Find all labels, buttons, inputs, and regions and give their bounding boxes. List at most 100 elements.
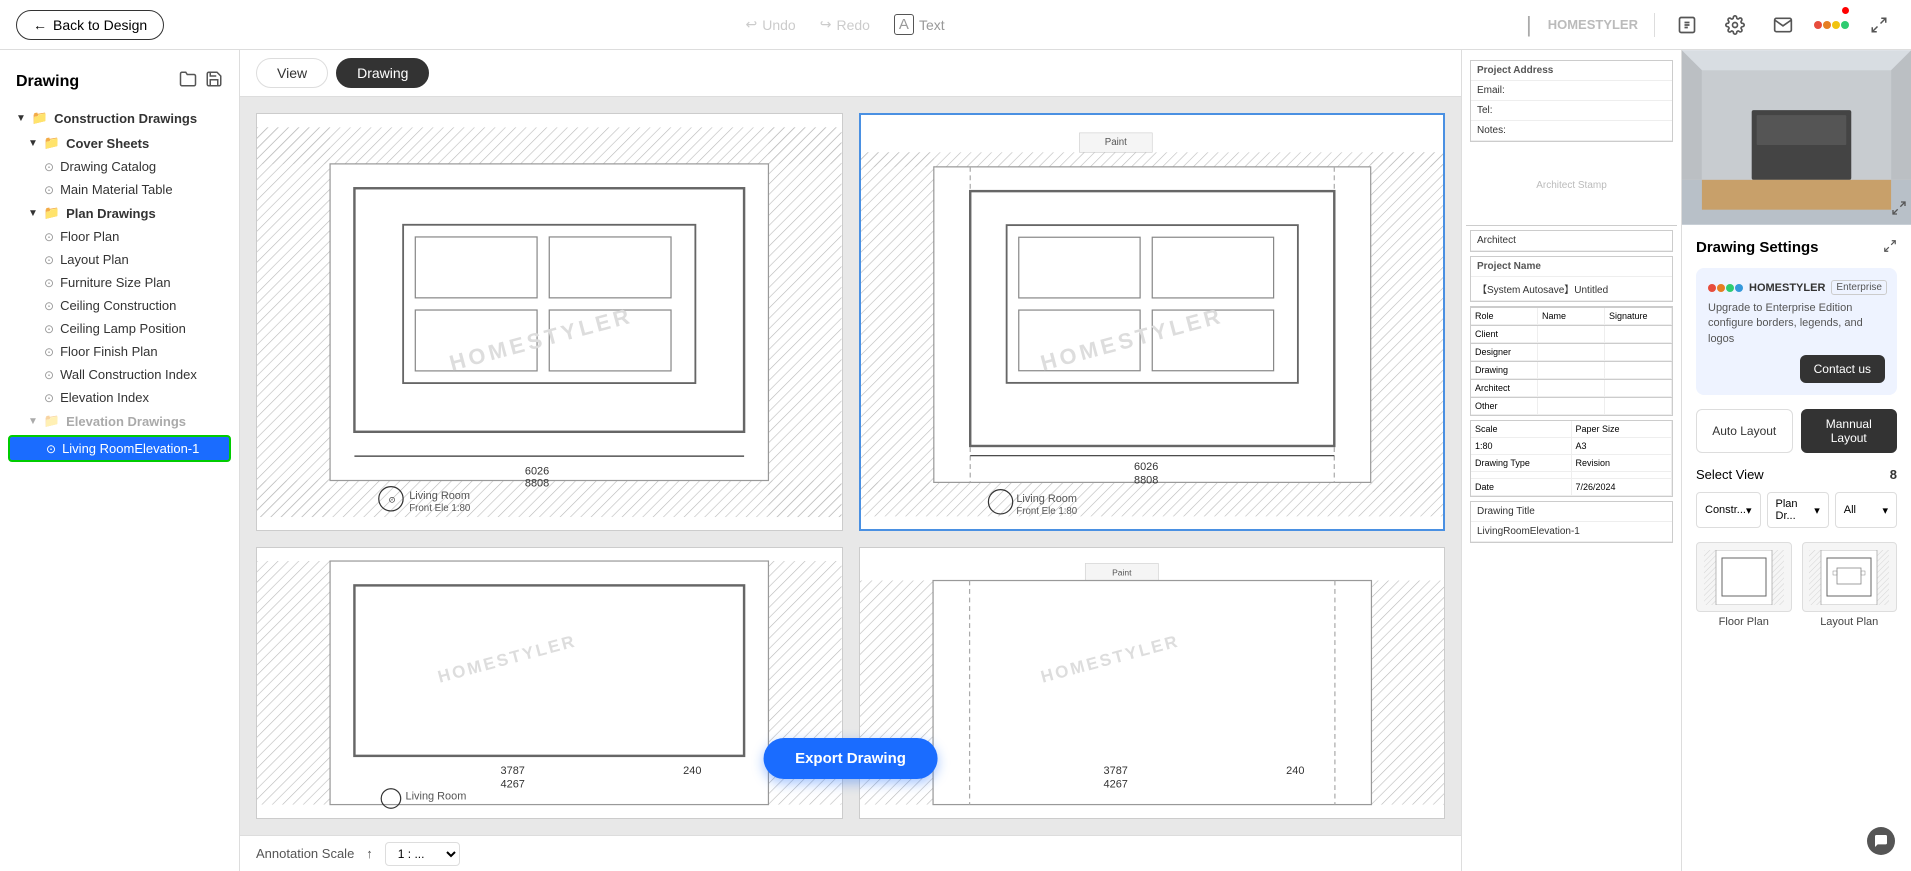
toolbar-right: | HOMESTYLER [1526,9,1895,41]
view-dropdown-3[interactable]: All ▾ [1835,492,1897,528]
expand-settings-icon[interactable] [1883,239,1897,256]
sidebar-item-wall-construction[interactable]: ⊙ Wall Construction Index [0,363,239,386]
drawing-sheet-2[interactable]: Paint [859,113,1446,531]
client-name [1538,326,1605,343]
drawing-type-value [1471,472,1572,479]
view-count: 8 [1890,467,1897,482]
mail-icon[interactable] [1767,9,1799,41]
view-dropdowns: Constr... ▾ Plan Dr... ▾ All ▾ [1696,492,1897,528]
undo-button[interactable]: ↩ Undo [746,16,796,33]
drawing-sheet-3[interactable]: 3787 240 4267 Living Room HOMESTYLER [256,547,843,819]
sync-icon-2: ⊙ [44,183,54,197]
chevron-down-icon-2: ▾ [1814,504,1820,517]
drawing-sheet-1[interactable]: 6026 8808 ⊙ Living Room Front Ele 1:80 H… [256,113,843,531]
svg-text:Living Room: Living Room [409,490,470,502]
tab-view[interactable]: View [256,58,328,88]
select-view-row: Select View 8 [1696,467,1897,482]
sidebar-title: Drawing [16,73,79,91]
view-dropdown-1[interactable]: Constr... ▾ [1696,492,1761,528]
sidebar-item-cover-sheets[interactable]: ▼ 📁 Cover Sheets [0,131,239,155]
redo-icon: ↪ [820,16,832,33]
svg-text:Paint: Paint [1112,568,1132,578]
title-block-grid-architect2: Architect [1471,379,1672,397]
sync-icon: ⊙ [44,160,54,174]
canvas-content[interactable]: 6026 8808 ⊙ Living Room Front Ele 1:80 H… [240,97,1461,835]
search-icon[interactable] [1671,9,1703,41]
title-block-architect-row: Architect [1471,231,1672,251]
auto-layout-button[interactable]: Auto Layout [1696,409,1793,453]
svg-text:240: 240 [1286,766,1304,778]
sidebar-item-elevation-index[interactable]: ⊙ Elevation Index [0,386,239,409]
drawing-role-label: Drawing [1471,362,1538,379]
sidebar-item-main-material-table[interactable]: ⊙ Main Material Table [0,178,239,201]
svg-text:3787: 3787 [501,766,525,778]
thumbnail-layout-plan[interactable]: Layout Plan [1802,542,1898,628]
sidebar-item-plan-drawings[interactable]: ▼ 📁 Plan Drawings [0,201,239,225]
svg-text:Living Room: Living Room [406,791,467,803]
color-palette-icon[interactable] [1815,9,1847,41]
chat-bubble-button[interactable] [1867,827,1895,855]
tab-drawing[interactable]: Drawing [336,58,429,88]
sync-icon-6: ⊙ [44,299,54,313]
title-block-project-address: Project Address [1471,61,1672,81]
sidebar-item-ceiling-lamp[interactable]: ⊙ Ceiling Lamp Position [0,317,239,340]
title-block-grid-other: Other [1471,397,1672,415]
title-block-project-name: Project Name [1471,257,1672,277]
sidebar: Drawing ▼ 📁 Construction Drawings ▼ 📁 Co… [0,50,240,871]
svg-text:6026: 6026 [525,465,549,477]
sidebar-item-ceiling-construction[interactable]: ⊙ Ceiling Construction [0,294,239,317]
title-block-grid-drawing: Drawing [1471,361,1672,379]
manual-layout-button[interactable]: Mannual Layout [1801,409,1898,453]
folder-icon: 📁 [32,110,48,126]
other-name [1538,398,1605,415]
title-block-tel: Tel: [1471,101,1672,121]
sync-icon-3: ⊙ [44,230,54,244]
sidebar-header: Drawing [0,62,239,105]
revision-label: Revision [1572,455,1673,472]
thumbnails-grid: Floor Plan [1696,542,1897,628]
fullscreen-icon[interactable] [1863,9,1895,41]
preview-expand-icon[interactable] [1891,200,1907,221]
title-block-panel: Project Address Email: Tel: Notes: Archi… [1461,50,1681,871]
sidebar-icon-save[interactable] [205,70,223,93]
sidebar-item-floor-finish[interactable]: ⊙ Floor Finish Plan [0,340,239,363]
view-dropdown-2[interactable]: Plan Dr... ▾ [1767,492,1829,528]
svg-text:8808: 8808 [525,478,549,490]
sidebar-item-living-room-elevation[interactable]: ⊙ Living RoomElevation-1 [8,435,231,462]
thumbnail-label-floor-plan: Floor Plan [1696,616,1792,628]
undo-icon: ↩ [746,16,758,33]
sidebar-item-elevation-drawings[interactable]: ▼ 📁 Elevation Drawings [0,409,239,433]
annotation-scale-select[interactable]: 1 : ... 1 : 50 1 : 80 1 : 100 [385,842,460,866]
settings-panel: Drawing Settings HOMESTYLER Enterprise [1681,50,1911,871]
sidebar-item-construction-drawings[interactable]: ▼ 📁 Construction Drawings [0,105,239,131]
svg-text:Front Ele 1:80: Front Ele 1:80 [1016,506,1077,517]
back-to-design-button[interactable]: ← Back to Design [16,10,164,40]
architect-sig [1605,380,1672,397]
select-view-label: Select View [1696,467,1764,482]
sidebar-item-drawing-catalog[interactable]: ⊙ Drawing Catalog [0,155,239,178]
role-header: Role [1471,308,1538,325]
other-role: Other [1471,398,1538,415]
export-drawing-button[interactable]: Export Drawing [763,738,938,779]
thumbnail-box-layout-plan [1802,542,1898,612]
sidebar-icon-folder[interactable] [179,70,197,93]
sidebar-item-floor-plan[interactable]: ⊙ Floor Plan [0,225,239,248]
sidebar-item-furniture-size-plan[interactable]: ⊙ Furniture Size Plan [0,271,239,294]
folder-icon-cover: 📁 [44,135,60,151]
svg-text:8808: 8808 [1134,475,1158,487]
drawing-title-value: LivingRoomElevation-1 [1471,522,1672,542]
redo-button[interactable]: ↪ Redo [820,16,870,33]
settings-icon[interactable] [1719,9,1751,41]
drawing-sheet-4[interactable]: Paint 3787 240 4267 HOMESTYLER [859,547,1446,819]
thumbnail-floor-plan[interactable]: Floor Plan [1696,542,1792,628]
folder-icon-elev: 📁 [44,413,60,429]
text-button[interactable]: A Text [894,14,945,35]
title-block-scale-section: Scale Paper Size 1:80 A3 Drawing Type Re… [1470,420,1673,497]
sidebar-item-layout-plan[interactable]: ⊙ Layout Plan [0,248,239,271]
canvas-tabs: View Drawing [240,50,1461,97]
settings-content: Drawing Settings HOMESTYLER Enterprise [1682,225,1911,656]
architect-role: Architect [1471,380,1538,397]
title-block-architect: Architect [1470,230,1673,252]
main-area: Drawing ▼ 📁 Construction Drawings ▼ 📁 Co… [0,50,1911,871]
contact-us-button[interactable]: Contact us [1800,355,1885,383]
